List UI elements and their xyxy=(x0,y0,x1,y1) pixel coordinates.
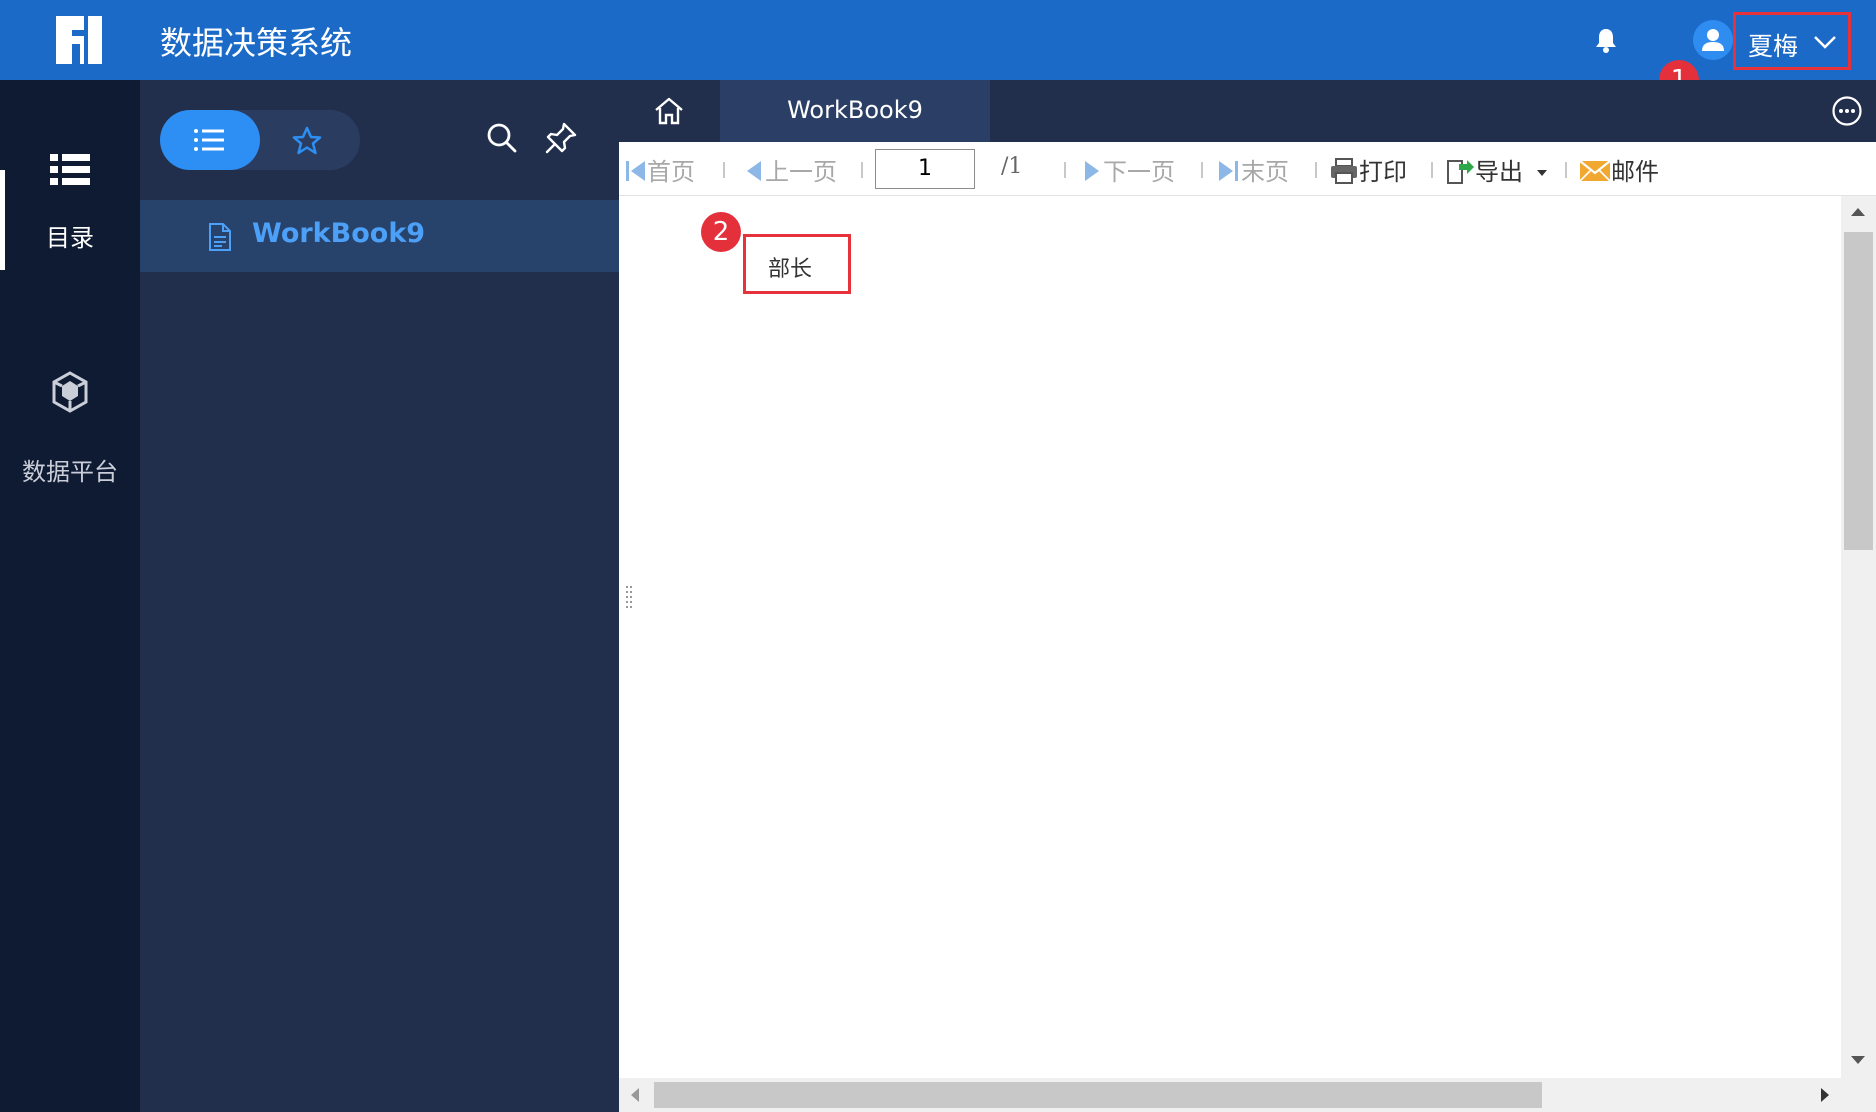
user-name: 夏梅 xyxy=(1748,32,1799,61)
first-page-button[interactable]: 首页 xyxy=(625,152,695,187)
home-tab[interactable] xyxy=(619,80,719,142)
prev-page-icon xyxy=(747,161,761,181)
print-label: 打印 xyxy=(1359,158,1407,186)
first-page-label: 首页 xyxy=(647,158,695,186)
last-page-button[interactable]: 末页 xyxy=(1217,152,1289,187)
first-page-icon xyxy=(626,161,645,181)
user-avatar-icon xyxy=(1702,29,1724,51)
scroll-down-arrow-icon[interactable] xyxy=(1850,1054,1866,1066)
printer-icon xyxy=(1331,158,1357,184)
tab-workbook9-label: WorkBook9 xyxy=(787,96,923,124)
next-page-button[interactable]: 下一页 xyxy=(1081,152,1175,187)
catalog-item-workbook9[interactable]: WorkBook9 xyxy=(140,200,619,272)
notification-bell-icon[interactable] xyxy=(1592,26,1620,54)
scroll-left-arrow-icon[interactable] xyxy=(629,1087,641,1103)
prev-page-button[interactable]: 上一页 xyxy=(743,152,837,187)
email-envelope-icon xyxy=(1579,160,1611,182)
rail-item-data-platform-label: 数据平台 xyxy=(22,458,118,486)
catalog-panel: WorkBook9 xyxy=(140,80,619,1112)
toolbar-separator xyxy=(1431,162,1433,178)
report-file-icon xyxy=(209,223,231,251)
data-platform-cube-icon xyxy=(52,371,88,413)
vertical-scrollbar[interactable] xyxy=(1841,196,1876,1078)
page-total: /1 xyxy=(1001,154,1023,179)
toolbar-separator xyxy=(1201,162,1203,178)
caret-down-icon xyxy=(1536,170,1547,176)
app-logo-icon xyxy=(56,16,102,64)
rail-item-catalog-label: 目录 xyxy=(46,224,94,252)
search-icon[interactable] xyxy=(485,121,519,155)
scroll-right-arrow-icon[interactable] xyxy=(1819,1087,1831,1103)
email-label: 邮件 xyxy=(1611,158,1659,186)
tab-workbook9[interactable]: WorkBook9 xyxy=(720,80,990,142)
next-page-icon xyxy=(1085,161,1099,181)
export-button[interactable]: 导出 xyxy=(1445,152,1549,187)
left-nav-rail: 目录 数据平台 xyxy=(0,80,140,1112)
report-content: 2 部长 xyxy=(619,196,1841,1078)
pin-icon[interactable] xyxy=(544,121,578,155)
toolbar-separator xyxy=(1064,162,1066,178)
tab-bar: WorkBook9 xyxy=(619,80,1876,142)
horizontal-scrollbar[interactable] xyxy=(619,1078,1876,1112)
resize-grip-icon[interactable] xyxy=(625,584,633,608)
last-page-label: 末页 xyxy=(1241,158,1289,186)
print-button[interactable]: 打印 xyxy=(1329,152,1407,187)
prev-page-label: 上一页 xyxy=(765,158,837,186)
toolbar-separator xyxy=(723,162,725,178)
user-menu-button[interactable]: 夏梅 xyxy=(1733,12,1851,70)
vertical-scroll-thumb[interactable] xyxy=(1844,232,1873,550)
rail-item-data-platform[interactable]: 数据平台 xyxy=(0,370,140,487)
user-avatar[interactable] xyxy=(1693,20,1733,60)
favorites-star-icon[interactable] xyxy=(292,126,322,156)
home-icon xyxy=(655,97,683,125)
list-view-icon xyxy=(194,129,224,151)
last-page-icon xyxy=(1219,161,1238,181)
catalog-list-icon xyxy=(50,154,90,185)
report-toolbar: 首页 上一页 1 /1 下一页 末页 打印 导出 邮件 xyxy=(619,142,1876,196)
catalog-item-label: WorkBook9 xyxy=(252,218,426,249)
horizontal-scroll-thumb[interactable] xyxy=(654,1082,1542,1108)
top-bar: 数据决策系统 夏梅 1 xyxy=(0,0,1876,100)
chevron-down-icon xyxy=(1814,36,1836,49)
report-cell[interactable]: 部长 xyxy=(743,234,851,294)
toolbar-separator xyxy=(1315,162,1317,178)
rail-item-catalog[interactable]: 目录 xyxy=(0,150,140,253)
export-icon xyxy=(1447,160,1474,184)
report-cell-value: 部长 xyxy=(768,257,813,282)
toolbar-separator xyxy=(861,162,863,178)
annotation-badge-2: 2 xyxy=(701,212,741,252)
view-toggle xyxy=(160,110,360,170)
app-title: 数据决策系统 xyxy=(160,24,353,62)
next-page-label: 下一页 xyxy=(1103,158,1175,186)
toolbar-separator xyxy=(1565,162,1567,178)
export-label: 导出 xyxy=(1475,158,1523,186)
page-number-input[interactable]: 1 xyxy=(875,149,975,189)
email-button[interactable]: 邮件 xyxy=(1579,152,1659,187)
list-view-button[interactable] xyxy=(160,110,260,170)
scroll-up-arrow-icon[interactable] xyxy=(1850,206,1866,218)
more-options-icon[interactable] xyxy=(1830,94,1864,128)
